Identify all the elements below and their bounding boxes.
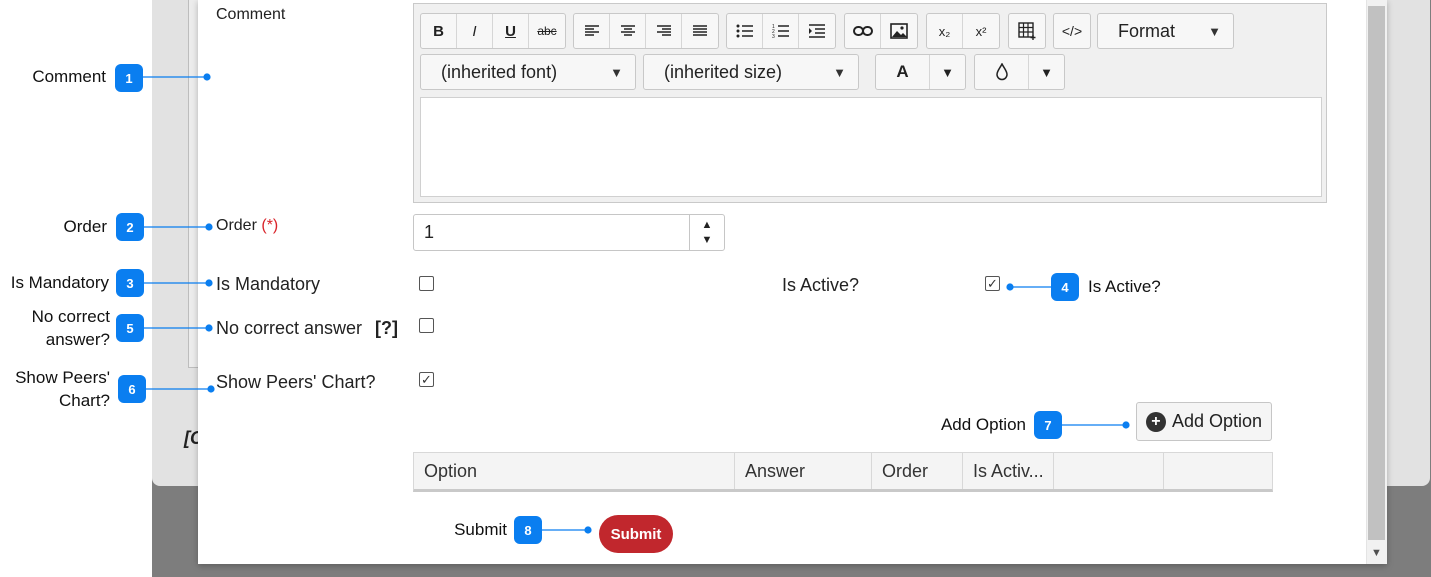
callout-label-add-option: Add Option <box>940 415 1026 434</box>
callout-badge-5: 5 <box>116 314 144 342</box>
callout-label-no-correct-answer: No correct answer? <box>31 307 110 349</box>
callout-label-is-mandatory: Is Mandatory <box>10 273 109 292</box>
callout-label-comment: Comment <box>32 67 106 86</box>
callout-badge-8: 8 <box>514 516 542 544</box>
callout-label-is-active: Is Active? <box>1088 277 1161 296</box>
callout-badge-2: 2 <box>116 213 144 241</box>
callout-lines <box>142 73 1130 534</box>
callout-badge-6: 6 <box>118 375 146 403</box>
callout-badge-1: 1 <box>115 64 143 92</box>
callout-badge-4: 4 <box>1051 273 1079 301</box>
callout-badge-7: 7 <box>1034 411 1062 439</box>
callout-badge-3: 3 <box>116 269 144 297</box>
callout-label-show-peers-chart: Show Peers' Chart? <box>15 368 110 410</box>
callout-label-order: Order <box>63 217 107 236</box>
callout-label-submit: Submit <box>454 520 507 539</box>
